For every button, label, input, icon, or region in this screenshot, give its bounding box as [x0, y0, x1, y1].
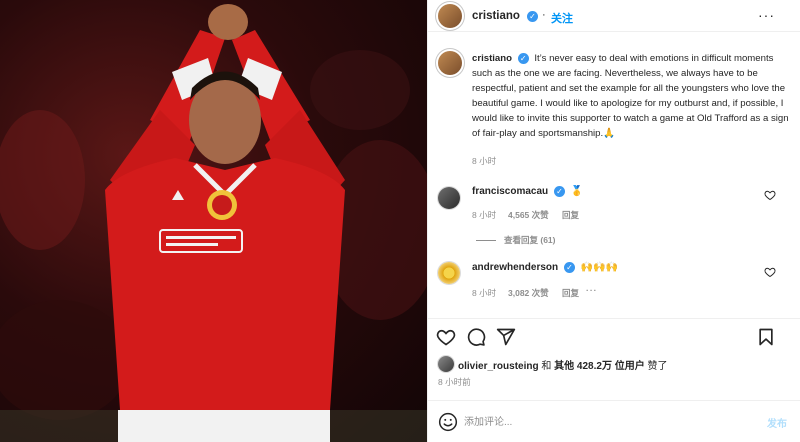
- commenter-avatar[interactable]: [438, 187, 460, 209]
- share-icon[interactable]: [496, 327, 516, 347]
- verified-icon: ✓: [527, 11, 538, 22]
- emoji-icon[interactable]: [438, 412, 458, 432]
- comment-likes[interactable]: 4,565 次赞: [508, 209, 549, 221]
- likes-summary: olivier_rousteing 和 其他 428.2万 位用户 赞了: [428, 353, 800, 373]
- comment-time: 8 小时: [472, 288, 497, 298]
- likes-text: olivier_rousteing 和 其他 428.2万 位用户 赞了: [458, 357, 668, 372]
- reply-button[interactable]: 回复: [562, 209, 579, 221]
- comment-username[interactable]: andrewhenderson: [472, 262, 558, 273]
- verified-icon: ✓: [517, 52, 529, 64]
- comment-body: 🙌🙌🙌: [580, 262, 619, 274]
- post-timestamp: 8 小时前: [438, 377, 471, 387]
- post-comment-button[interactable]: 发布: [767, 415, 787, 430]
- liker-avatar[interactable]: [438, 356, 454, 372]
- reply-button[interactable]: 回复: [562, 287, 579, 299]
- post-caption: cristiano ✓ It’s never easy to deal with…: [472, 51, 794, 141]
- verified-icon: ✓: [563, 262, 575, 273]
- likes-connector: 和: [541, 361, 552, 372]
- player-photo: [0, 4, 427, 442]
- comment-more-icon[interactable]: ···: [586, 285, 598, 295]
- post-header: cristiano ✓ · 关注 ···: [428, 0, 800, 32]
- comments-section[interactable]: cristiano ✓ It’s never easy to deal with…: [428, 33, 800, 318]
- post-image[interactable]: [0, 0, 427, 442]
- verified-icon: ✓: [553, 186, 565, 197]
- comment-time: 8 小时: [472, 210, 497, 220]
- caption-username[interactable]: cristiano: [472, 53, 512, 64]
- view-replies-button[interactable]: 查看回复 (61): [476, 234, 555, 246]
- action-bar: [428, 318, 800, 353]
- replies-line: [476, 240, 496, 242]
- bookmark-icon[interactable]: [756, 327, 776, 347]
- comment-bar: 发布: [428, 400, 800, 442]
- post-author-username[interactable]: cristiano: [472, 10, 520, 22]
- heart-icon[interactable]: [764, 189, 776, 201]
- caption-time: 8 小时: [472, 156, 497, 166]
- comment-text: andrewhenderson ✓ 🙌🙌🙌: [472, 262, 618, 273]
- commenter-avatar[interactable]: [438, 262, 460, 284]
- comment-username[interactable]: franciscomacau: [472, 186, 548, 197]
- comment-likes[interactable]: 3,082 次赞: [508, 287, 549, 299]
- heart-icon[interactable]: [436, 327, 456, 347]
- likes-suffix: 赞了: [647, 361, 668, 372]
- view-replies-label[interactable]: 查看回复 (61): [504, 235, 555, 245]
- caption-body: It’s never easy to deal with emotions in…: [472, 53, 789, 139]
- follow-button[interactable]: 关注: [551, 10, 573, 26]
- post-side-panel: cristiano ✓ · 关注 ··· cristiano ✓ It’s ne…: [427, 0, 800, 442]
- comment-input[interactable]: [464, 412, 734, 432]
- comment-body: 🥇: [570, 186, 584, 198]
- comment-text: franciscomacau ✓ 🥇: [472, 186, 583, 197]
- separator-dot: ·: [542, 9, 546, 21]
- likes-count[interactable]: 其他 428.2万 位用户: [554, 361, 645, 372]
- avatar[interactable]: [438, 4, 462, 28]
- liker-username[interactable]: olivier_rousteing: [458, 361, 539, 372]
- more-options-icon[interactable]: ···: [758, 7, 775, 23]
- comment-icon[interactable]: [466, 327, 486, 347]
- heart-icon[interactable]: [764, 266, 776, 278]
- caption-avatar[interactable]: [438, 51, 462, 75]
